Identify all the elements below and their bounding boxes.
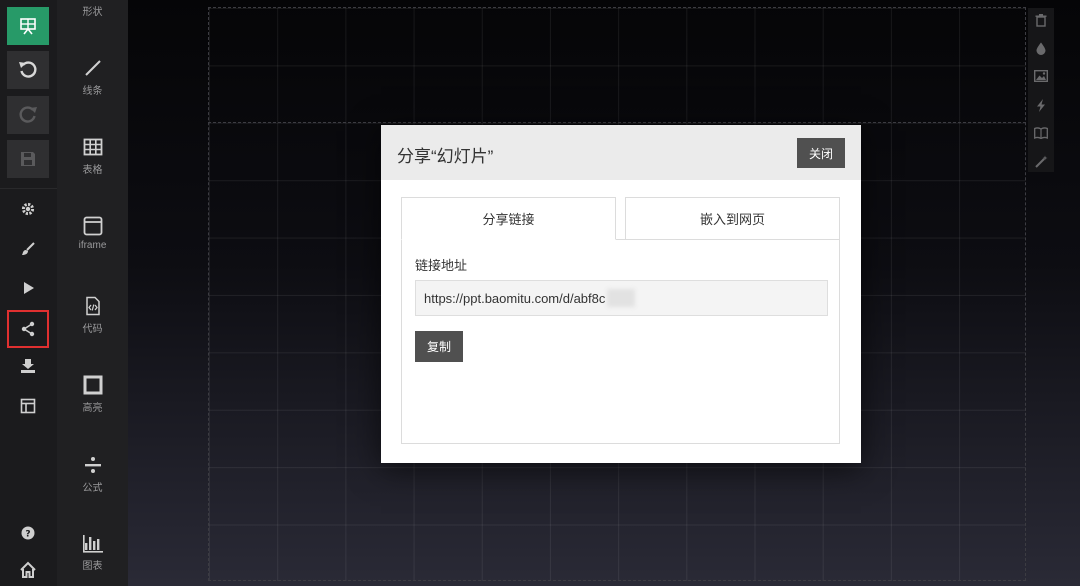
chart-icon xyxy=(82,535,103,553)
formula-icon xyxy=(84,457,101,473)
effects-button[interactable] xyxy=(1032,152,1050,170)
help-icon: ? xyxy=(21,526,35,540)
component-chart[interactable]: 图表 xyxy=(57,533,128,586)
home-icon xyxy=(20,561,36,578)
drop-icon xyxy=(1036,42,1046,55)
component-formula[interactable]: 公式 xyxy=(57,455,128,515)
dialog-title: 分享“幻灯片” xyxy=(397,147,494,166)
element-toolbar xyxy=(1028,8,1054,172)
gear-icon xyxy=(21,202,35,216)
component-label: iframe xyxy=(78,240,107,251)
component-label: 线条 xyxy=(82,86,103,97)
component-line[interactable]: 线条 xyxy=(57,58,128,118)
brush-icon xyxy=(22,242,35,255)
component-iframe[interactable]: iframe xyxy=(57,216,128,276)
theme-button[interactable] xyxy=(8,233,48,265)
image-button[interactable] xyxy=(1032,67,1050,85)
share-tabs: 分享链接 嵌入到网页 xyxy=(401,197,840,240)
share-url-text: https://ppt.baomitu.com/d/abf8c xyxy=(424,290,606,306)
delete-button[interactable] xyxy=(1032,11,1050,29)
layout-button[interactable] xyxy=(8,390,48,422)
code-icon xyxy=(85,296,100,316)
highlight-icon xyxy=(83,375,102,395)
share-button[interactable] xyxy=(7,310,49,348)
line-icon xyxy=(84,60,101,76)
undo-button[interactable] xyxy=(7,51,49,89)
component-label: 公式 xyxy=(82,483,103,494)
notes-button[interactable] xyxy=(1032,124,1050,142)
layout-icon xyxy=(20,398,36,414)
share-icon xyxy=(21,321,35,337)
play-button[interactable] xyxy=(8,272,48,304)
component-highlight[interactable]: 高亮 xyxy=(57,375,128,435)
share-url-field[interactable]: https://ppt.baomitu.com/d/abf8c xyxy=(415,280,828,316)
presentation-icon xyxy=(20,18,36,35)
main-toolbar: ? xyxy=(0,0,57,586)
iframe-icon xyxy=(83,216,102,236)
download-icon xyxy=(21,359,35,373)
save-button[interactable] xyxy=(7,140,49,178)
redacted-url-part xyxy=(607,289,636,307)
image-icon xyxy=(1034,70,1048,82)
animation-button[interactable] xyxy=(1032,96,1050,114)
magic-wand-icon xyxy=(1034,155,1047,168)
redo-button[interactable] xyxy=(7,96,49,134)
component-label: 代码 xyxy=(82,324,103,335)
settings-button[interactable] xyxy=(8,193,48,225)
component-table[interactable]: 表格 xyxy=(57,137,128,197)
color-button[interactable] xyxy=(1032,39,1050,57)
component-panel: 形状 线条 表格 iframe 代码 高亮 公式 图表 xyxy=(57,0,128,586)
component-label: 高亮 xyxy=(82,403,103,414)
trash-icon xyxy=(1035,13,1047,27)
book-icon xyxy=(1034,127,1048,139)
component-label: 形状 xyxy=(82,7,103,18)
play-icon xyxy=(24,282,34,294)
component-code[interactable]: 代码 xyxy=(57,296,128,356)
help-button[interactable]: ? xyxy=(8,517,48,549)
share-dialog: 分享“幻灯片” 关闭 分享链接 嵌入到网页 链接地址 https://ppt.b… xyxy=(381,125,861,463)
table-icon xyxy=(83,138,102,156)
dialog-header: 分享“幻灯片” 关闭 xyxy=(381,125,861,180)
presentation-button[interactable] xyxy=(7,7,49,45)
tab-embed[interactable]: 嵌入到网页 xyxy=(625,197,840,240)
component-label: 表格 xyxy=(82,165,103,176)
svg-text:?: ? xyxy=(25,530,30,540)
tab-share-link[interactable]: 分享链接 xyxy=(401,197,616,240)
redo-icon xyxy=(19,106,37,123)
link-address-label: 链接地址 xyxy=(415,258,468,273)
close-button[interactable]: 关闭 xyxy=(797,138,845,168)
share-link-panel: 链接地址 https://ppt.baomitu.com/d/abf8c 复制 xyxy=(401,239,840,444)
copy-button[interactable]: 复制 xyxy=(415,331,463,362)
component-label: 图表 xyxy=(82,561,103,572)
lightning-icon xyxy=(1037,98,1045,112)
component-shape[interactable]: 形状 xyxy=(57,3,128,63)
undo-icon xyxy=(19,61,37,78)
download-button[interactable] xyxy=(8,350,48,382)
save-icon xyxy=(21,152,35,166)
home-button[interactable] xyxy=(8,554,48,586)
